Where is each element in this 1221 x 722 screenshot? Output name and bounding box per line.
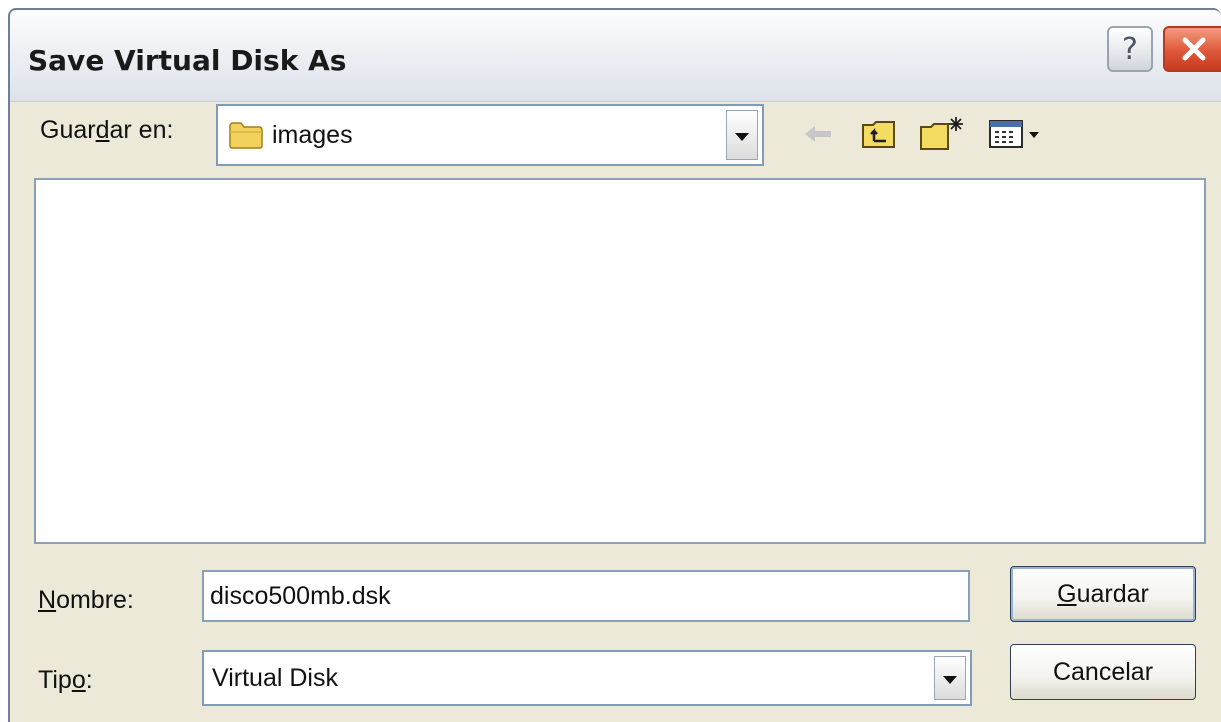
save-in-dropdown-arrow[interactable] xyxy=(726,110,758,160)
filetype-label-hotkey: o xyxy=(71,666,86,694)
filetype-label-part1: Tip xyxy=(38,666,72,694)
view-menu-button[interactable] xyxy=(984,114,1048,154)
cancel-button-label: Cancelar xyxy=(1052,657,1154,686)
help-icon: ? xyxy=(1122,31,1138,67)
file-list[interactable] xyxy=(34,178,1206,544)
filename-label: Nombre: xyxy=(38,586,134,615)
back-button[interactable] xyxy=(798,114,838,154)
filename-input[interactable]: disco500mb.dsk xyxy=(202,570,970,622)
close-icon xyxy=(1182,37,1206,61)
up-folder-icon xyxy=(862,121,895,148)
view-menu-icon xyxy=(989,120,1039,148)
filetype-value: Virtual Disk xyxy=(212,663,338,692)
save-in-value: images xyxy=(228,106,353,164)
up-folder-button[interactable] xyxy=(856,114,902,154)
save-dialog: Save Virtual Disk As ? Guardar en: image… xyxy=(8,8,1221,722)
new-folder-button[interactable] xyxy=(916,114,970,154)
filetype-dropdown[interactable]: Virtual Disk xyxy=(202,650,972,706)
filetype-label-part2: : xyxy=(85,666,93,694)
back-arrow-icon xyxy=(805,126,831,142)
title-bar[interactable]: Save Virtual Disk As ? xyxy=(10,10,1221,102)
folder-name: images xyxy=(272,120,353,149)
filename-label-text: ombre: xyxy=(56,586,134,614)
new-folder-icon xyxy=(920,117,963,150)
folder-icon xyxy=(229,122,263,149)
filetype-dropdown-arrow[interactable] xyxy=(934,656,966,700)
filename-label-hotkey: N xyxy=(38,586,57,614)
save-button-hotkey: G xyxy=(1057,579,1077,608)
save-button-label: uardar xyxy=(1076,579,1149,608)
save-in-label-part2: ar en: xyxy=(109,116,174,144)
close-button[interactable] xyxy=(1163,26,1221,72)
filetype-label: Tipo: xyxy=(38,666,93,695)
save-in-label-part1: Guar xyxy=(40,116,96,144)
help-button[interactable]: ? xyxy=(1107,26,1153,72)
save-in-dropdown[interactable]: images xyxy=(216,104,764,166)
filename-value: disco500mb.dsk xyxy=(210,581,391,610)
cancel-button[interactable]: Cancelar xyxy=(1010,644,1196,700)
window-title: Save Virtual Disk As xyxy=(28,44,347,77)
save-in-label: Guardar en: xyxy=(40,116,173,145)
save-button[interactable]: Guardar xyxy=(1010,566,1196,622)
save-in-label-hotkey: d xyxy=(95,116,110,144)
